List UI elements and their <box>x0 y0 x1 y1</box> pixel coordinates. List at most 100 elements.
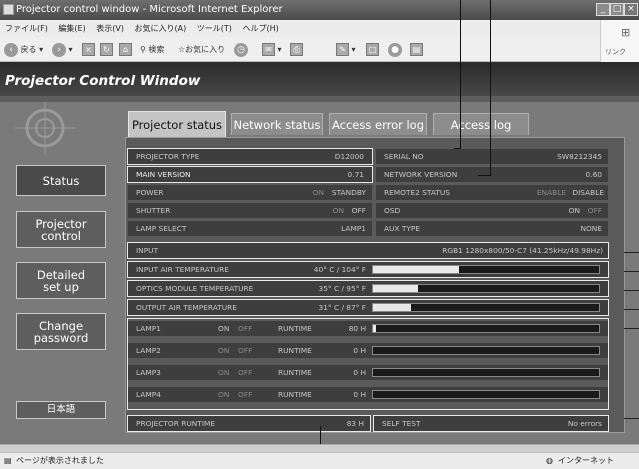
crosshair-emblem-icon <box>15 102 75 154</box>
menu-favorites[interactable]: お気に入り(A) <box>135 24 187 33</box>
callout-line <box>460 0 461 148</box>
callout-tick <box>624 418 639 419</box>
stop-button[interactable]: × <box>82 42 95 57</box>
forward-button[interactable]: › ▾ <box>52 42 73 57</box>
close-button[interactable]: × <box>624 3 638 16</box>
input-row: INPUT RGB1 1280x800/50-C7 (41.25kHz/49.9… <box>127 242 609 259</box>
page-loaded-icon: ▤ <box>4 456 12 465</box>
shutter-row: SHUTTER ON OFF <box>128 203 372 218</box>
callout-tick <box>624 252 639 253</box>
ie-logo-area: ⊞ リンク <box>600 20 639 62</box>
title-bar: Projector control window - Microsoft Int… <box>0 0 639 20</box>
lamp2-runtime-bar <box>372 346 600 355</box>
main-content: Projector status Network status Access e… <box>120 102 639 444</box>
output-air-temperature-bar <box>372 303 600 312</box>
lamp1-row: LAMP1 ON OFF RUNTIME 80 H <box>128 321 608 336</box>
menu-tools[interactable]: ツール(T) <box>197 24 232 33</box>
print-button[interactable]: ⎙ <box>290 42 303 57</box>
windows-logo-icon: ⊞ <box>621 26 631 39</box>
lamp3-runtime-bar <box>372 368 600 377</box>
mail-icon: ✉ <box>262 43 275 56</box>
maximize-button[interactable]: □ <box>610 3 624 16</box>
tab-projector-status[interactable]: Projector status <box>128 111 226 137</box>
links-label[interactable]: リンク <box>605 47 626 57</box>
projector-status-panel: PROJECTOR TYPE D12000 SERIAL NO SW821234… <box>125 137 625 433</box>
home-icon: ⌂ <box>119 43 132 56</box>
menu-bar: ファイル(F) 編集(E) 表示(V) お気に入り(A) ツール(T) ヘルプ(… <box>0 20 639 37</box>
input-air-temperature-bar <box>372 265 600 274</box>
lamp1-runtime-bar <box>372 324 600 333</box>
power-row: POWER ON STANDBY <box>128 185 372 200</box>
messenger-icon: ● <box>388 42 402 57</box>
nav-projector-control-button[interactable]: Projector control <box>16 211 106 248</box>
forward-arrow-icon: › <box>52 42 66 57</box>
language-button[interactable]: 日本語 <box>16 401 106 419</box>
optics-module-temperature-bar <box>372 284 600 293</box>
lamp4-row: LAMP4 ON OFF RUNTIME 0 H <box>128 387 608 402</box>
right-callouts <box>624 244 639 434</box>
side-navigation: Status Projector control Detailed set up… <box>0 102 120 444</box>
messenger-button[interactable]: ● <box>388 42 402 57</box>
self-test-row: SELF TEST No errors <box>373 415 609 432</box>
discuss-icon: □ <box>366 43 379 56</box>
network-version-row: NETWORK VERSION 0.60 <box>376 167 608 182</box>
edit-icon: ✎ <box>336 43 349 56</box>
input-air-temperature-fill <box>373 266 459 273</box>
optics-module-temperature-fill <box>373 285 419 292</box>
callout-tick <box>624 290 639 291</box>
horizontal-scrollbar[interactable] <box>0 444 639 452</box>
menu-edit[interactable]: 編集(E) <box>58 24 85 33</box>
history-button[interactable]: ◷ <box>234 42 248 57</box>
research-button[interactable]: ▤ <box>410 42 423 57</box>
refresh-button[interactable]: ↻ <box>100 42 113 57</box>
nav-status-button[interactable]: Status <box>16 165 106 196</box>
tab-access-log[interactable]: Access log <box>433 113 529 135</box>
home-button[interactable]: ⌂ <box>119 42 132 57</box>
menu-view[interactable]: 表示(V) <box>96 24 124 33</box>
optics-module-temperature-row: OPTICS MODULE TEMPERATURE 35° C / 95° F <box>127 280 609 297</box>
stop-icon: × <box>82 43 95 56</box>
edit-button[interactable]: ✎ ▾ <box>336 42 356 57</box>
main-version-row: MAIN VERSION 0.71 <box>127 166 373 183</box>
emblem-graphic <box>0 102 120 160</box>
history-icon: ◷ <box>234 42 248 57</box>
minimize-button[interactable]: _ <box>596 3 610 16</box>
internet-zone-icon: ◍ <box>546 456 553 465</box>
status-text: ページが表示されました <box>16 456 104 465</box>
favorites-button[interactable]: ☆お気に入り <box>178 42 225 57</box>
output-air-temperature-row: OUTPUT AIR TEMPERATURE 31° C / 87° F <box>127 299 609 316</box>
lamp2-row: LAMP2 ON OFF RUNTIME 0 H <box>128 343 608 358</box>
input-air-temperature-row: INPUT AIR TEMPERATURE 40° C / 104° F <box>127 261 609 278</box>
callout-tick <box>624 309 639 310</box>
discuss-button[interactable]: □ <box>366 42 379 57</box>
menu-help[interactable]: ヘルプ(H) <box>242 24 278 33</box>
window-title: Projector control window - Microsoft Int… <box>16 4 283 15</box>
zone-text: インターネット <box>558 456 614 465</box>
search-button[interactable]: ⚲ 検索 <box>140 42 164 57</box>
lamp3-row: LAMP3 ON OFF RUNTIME 0 H <box>128 365 608 380</box>
mail-button[interactable]: ✉ ▾ <box>262 42 282 57</box>
print-icon: ⎙ <box>290 43 303 56</box>
serial-no-row: SERIAL NO SW8212345 <box>376 149 608 164</box>
page-title: Projector Control Window <box>5 73 201 89</box>
browser-window: Projector control window - Microsoft Int… <box>0 0 639 469</box>
lamp-status-group: LAMP1 ON OFF RUNTIME 80 H LAMP2 ON OFF R… <box>127 318 609 410</box>
callout-line <box>490 0 491 175</box>
menu-file[interactable]: ファイル(F) <box>5 24 48 33</box>
lamp-select-row: LAMP SELECT LAMP1 <box>128 221 372 236</box>
search-icon: ⚲ <box>140 45 146 54</box>
projector-type-row: PROJECTOR TYPE D12000 <box>127 148 373 165</box>
aux-type-row: AUX TYPE NONE <box>376 221 608 236</box>
refresh-icon: ↻ <box>100 43 113 56</box>
lamp1-runtime-fill <box>373 325 377 332</box>
nav-detailed-setup-button[interactable]: Detailed set up <box>16 262 106 299</box>
tab-access-error-log[interactable]: Access error log <box>329 113 427 135</box>
tab-network-status[interactable]: Network status <box>231 113 323 135</box>
lamp4-runtime-bar <box>372 390 600 399</box>
projector-runtime-row: PROJECTOR RUNTIME 83 H <box>127 415 371 432</box>
callout-tick <box>624 328 639 329</box>
osd-row: OSD ON OFF <box>376 203 608 218</box>
back-button[interactable]: ‹ 戻る ▾ <box>4 42 43 57</box>
nav-change-password-button[interactable]: Change password <box>16 313 106 350</box>
output-air-temperature-fill <box>373 304 412 311</box>
